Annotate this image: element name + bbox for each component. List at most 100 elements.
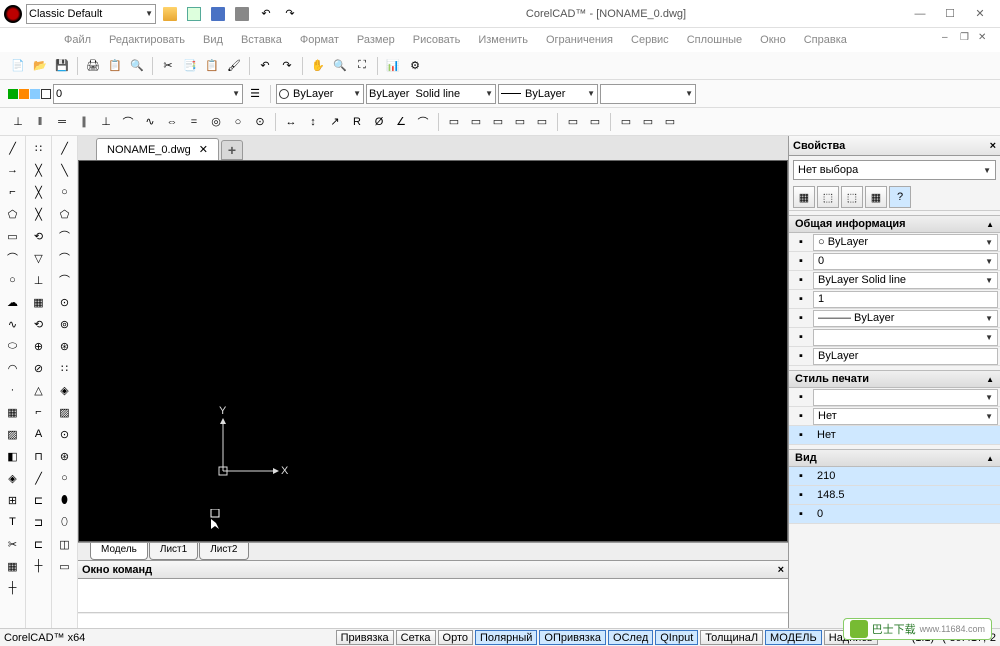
property-value[interactable]: 0 (813, 506, 998, 523)
color-dropdown[interactable]: ByLayer ▼ (276, 84, 364, 104)
property-value[interactable]: ○ ByLayer▼ (813, 234, 998, 251)
property-value[interactable]: ▼ (813, 329, 998, 346)
property-row[interactable]: ▪1 (789, 290, 1000, 309)
property-value[interactable]: 0▼ (813, 253, 998, 270)
property-value[interactable]: ——— ByLayer▼ (813, 310, 998, 327)
text-tool[interactable]: T (3, 512, 23, 532)
constraint-fix[interactable]: ⊙ (250, 112, 270, 132)
circle-tool[interactable]: ○ (3, 270, 23, 290)
print-preview-button[interactable]: 📋 (105, 56, 125, 76)
modify-4[interactable]: ╳ (29, 204, 49, 224)
format-painter-button[interactable]: 🖌 (224, 56, 244, 76)
point-tool[interactable]: · (3, 380, 23, 400)
hatch2-tool[interactable]: ▦ (3, 556, 23, 576)
new-icon[interactable] (184, 4, 204, 24)
modify-6[interactable]: ▽ (29, 248, 49, 268)
pan-button[interactable]: ✋ (308, 56, 328, 76)
ellipse-arc-tool[interactable]: ◠ (3, 358, 23, 378)
close-button[interactable]: ✕ (972, 6, 988, 22)
menu-modify[interactable]: Изменить (470, 32, 536, 48)
select-objects-button[interactable]: ⬚ (817, 186, 839, 208)
property-value[interactable]: 210 (813, 468, 998, 485)
region-tool[interactable]: ◈ (3, 468, 23, 488)
dim-arc[interactable]: ⌒ (413, 112, 433, 132)
menu-dimension[interactable]: Размер (349, 32, 403, 48)
extra-12[interactable]: ◈ (55, 380, 75, 400)
workspace-dropdown[interactable]: Classic Default ▼ (26, 4, 156, 24)
hatch-tool[interactable]: ▨ (3, 424, 23, 444)
dim-diameter[interactable]: Ø (369, 112, 389, 132)
paste-button[interactable]: 📋 (202, 56, 222, 76)
sheet-tab-list2[interactable]: Лист2 (199, 543, 248, 560)
menu-view[interactable]: Вид (195, 32, 231, 48)
ray-tool[interactable]: → (3, 160, 23, 180)
modify-1[interactable]: ∷ (29, 138, 49, 158)
extra-7[interactable]: ⌒ (55, 270, 75, 290)
constraint-perpendicular[interactable]: ⊥ (96, 112, 116, 132)
arc-tool[interactable]: ⌒ (3, 248, 23, 268)
extra-20[interactable]: ▭ (55, 556, 75, 576)
selection-dropdown[interactable]: Нет выбора ▼ (793, 160, 996, 180)
modify-5[interactable]: ⟲ (29, 226, 49, 246)
mdi-close-button[interactable]: ✕ (978, 32, 992, 46)
properties-button[interactable]: 📊 (383, 56, 403, 76)
undo-button[interactable]: ↶ (255, 56, 275, 76)
modify-8[interactable]: ▦ (29, 292, 49, 312)
extra-19[interactable]: ◫ (55, 534, 75, 554)
extra-13[interactable]: ▨ (55, 402, 75, 422)
spline-tool[interactable]: ∿ (3, 314, 23, 334)
constraint-symmetric[interactable]: ⇔ (162, 112, 182, 132)
menu-tools[interactable]: Сервис (623, 32, 677, 48)
modify-3[interactable]: ╳ (29, 182, 49, 202)
scissors-tool[interactable]: ✂ (3, 534, 23, 554)
dim-aligned[interactable]: ↗ (325, 112, 345, 132)
rectangle-tool[interactable]: ▭ (3, 226, 23, 246)
dim-vertical[interactable]: ↕ (303, 112, 323, 132)
property-value[interactable]: Нет▼ (813, 408, 998, 425)
property-value[interactable]: Нет (813, 427, 998, 444)
dim-center[interactable]: ▭ (532, 112, 552, 132)
layer-state-icon[interactable] (8, 89, 18, 99)
dim-leader[interactable]: ▭ (510, 112, 530, 132)
modify-17[interactable]: ⊏ (29, 490, 49, 510)
save-button[interactable]: 💾 (52, 56, 72, 76)
dim-space[interactable]: ▭ (660, 112, 680, 132)
modify-9[interactable]: ⟲ (29, 314, 49, 334)
property-row[interactable]: ▪○ ByLayer▼ (789, 233, 1000, 252)
modify-11[interactable]: ⊘ (29, 358, 49, 378)
status-button-толщинал[interactable]: ТолщинаЛ (700, 630, 763, 645)
layer-color-icon[interactable] (41, 89, 51, 99)
status-button-сетка[interactable]: Сетка (396, 630, 436, 645)
extra-5[interactable]: ⌒ (55, 226, 75, 246)
print-button[interactable]: 🖨 (83, 56, 103, 76)
toggle-button[interactable]: ▦ (865, 186, 887, 208)
property-value[interactable]: ▼ (813, 389, 998, 406)
constraint-horizontal[interactable]: ═ (52, 112, 72, 132)
print-icon[interactable] (232, 4, 252, 24)
menu-draw[interactable]: Рисовать (405, 32, 469, 48)
constraint-tangent[interactable]: ⌒ (118, 112, 138, 132)
dim-override[interactable]: ▭ (638, 112, 658, 132)
ellipse-tool[interactable]: ⬭ (3, 336, 23, 356)
close-command-window[interactable]: × (778, 564, 784, 576)
property-row[interactable]: ▪ByLayer Solid line▼ (789, 271, 1000, 290)
layer-manager-button[interactable]: ☰ (245, 84, 265, 104)
property-row[interactable]: ▪0 (789, 505, 1000, 524)
zoom-extents-button[interactable]: ⛶ (352, 56, 372, 76)
menu-file[interactable]: Файл (56, 32, 99, 48)
minimize-button[interactable]: — (912, 6, 928, 22)
status-button-привязка[interactable]: Привязка (336, 630, 394, 645)
misc-tool[interactable]: ┼ (3, 578, 23, 598)
layer-lock-icon[interactable] (30, 89, 40, 99)
block-tool[interactable]: ▦ (3, 402, 23, 422)
extra-15[interactable]: ⊛ (55, 446, 75, 466)
constraint-equal[interactable]: = (184, 112, 204, 132)
copy-button[interactable]: 📑 (180, 56, 200, 76)
modify-12[interactable]: △ (29, 380, 49, 400)
menu-constraints[interactable]: Ограничения (538, 32, 621, 48)
extra-18[interactable]: ⬯ (55, 512, 75, 532)
extra-10[interactable]: ⊛ (55, 336, 75, 356)
zoom-button[interactable]: 🔍 (330, 56, 350, 76)
menu-window[interactable]: Окно (752, 32, 794, 48)
dim-baseline[interactable]: ▭ (444, 112, 464, 132)
